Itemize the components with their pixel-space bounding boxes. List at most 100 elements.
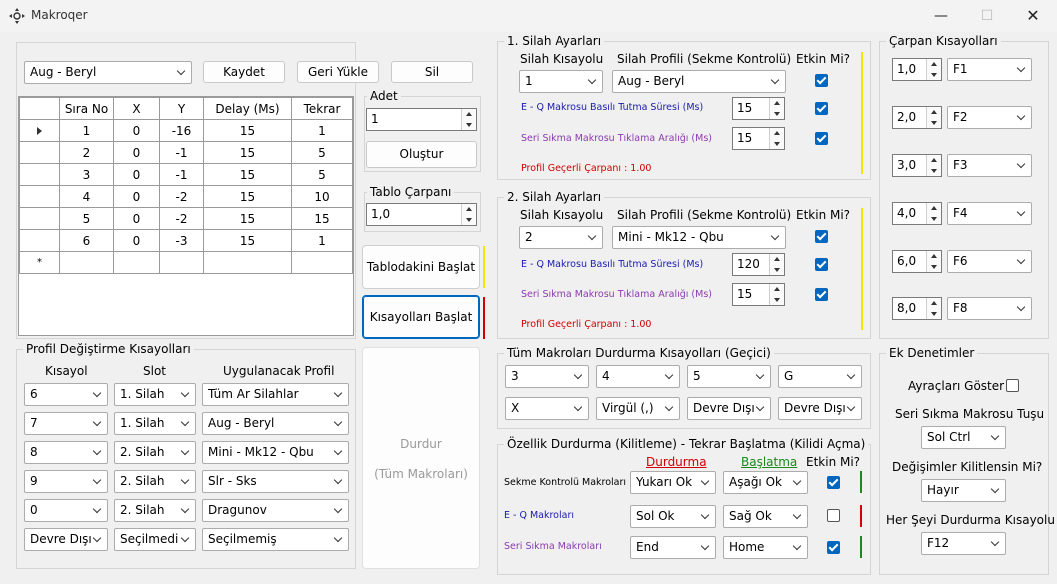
profile-shortcut-profile[interactable]: Dragunov [202,499,349,522]
maximize-button[interactable]: ☐ [964,0,1010,32]
profile-shortcut-profile[interactable]: Tüm Ar Silahlar [202,383,349,406]
table-row[interactable]: 1 0 -16 15 1 [19,119,353,142]
close-button[interactable]: ✕ [1010,0,1056,32]
profile-shortcut-profile[interactable]: Aug - Beryl [202,412,349,435]
table-cell[interactable]: 1 [59,119,114,142]
row-selector[interactable] [19,119,60,142]
table-cell[interactable]: 0 [113,185,160,208]
table-cell[interactable] [59,251,114,274]
col-header-tekrar[interactable]: Tekrar [291,97,353,120]
weapon1-active-checkbox[interactable] [815,74,828,87]
weapon2-eq-input[interactable]: 120 [732,253,785,276]
profile-shortcut-slot[interactable]: Seçilmedi [114,528,196,551]
table-cell[interactable]: 1 [291,229,353,252]
weapon1-eq-input[interactable]: 15 [732,97,785,120]
stop-all-key-7[interactable]: Devre Dışı [687,397,771,420]
table-cell[interactable]: 4 [59,185,114,208]
spin-arrows-icon[interactable] [926,59,941,80]
multiplier-value-input[interactable]: 1,0 [892,58,942,81]
profile-shortcut-slot[interactable]: 1. Silah [114,383,196,406]
weapon2-eq-checkbox[interactable] [815,258,828,271]
table-row[interactable]: 6 0 -3 15 1 [19,229,353,252]
profile-shortcut-key[interactable]: 7 [24,412,108,435]
profile-shortcut-key[interactable]: 6 [24,383,108,406]
table-cell[interactable]: 0 [113,229,160,252]
weapon1-shortcut-select[interactable]: 1 [519,70,603,93]
table-cell[interactable]: -1 [159,141,204,164]
multiplier-value-input[interactable]: 4,0 [892,202,942,225]
multiplier-key-select[interactable]: F2 [947,106,1032,129]
spin-arrows-icon[interactable] [926,155,941,176]
lock-active-checkbox[interactable] [827,476,840,489]
stop-all-button[interactable]: Durdur (Tüm Makroları) [362,347,480,569]
profile-shortcut-slot[interactable]: 2. Silah [114,499,196,522]
stop-all-key-5[interactable]: X [505,397,589,420]
table-cell[interactable]: 15 [203,119,292,142]
show-separators-checkbox[interactable] [1006,379,1019,392]
profile-shortcut-profile[interactable]: Mini - Mk12 - Qbu [202,441,349,464]
multiplier-key-select[interactable]: F8 [947,297,1032,320]
start-shortcuts-button[interactable]: Kısayolları Başlat [362,295,480,339]
table-cell[interactable]: 5 [291,163,353,186]
start-table-button[interactable]: Tablodakini Başlat [362,245,480,289]
table-cell[interactable]: 15 [291,207,353,230]
profile-shortcut-profile[interactable]: Slr - Sks [202,470,349,493]
spin-arrows-icon[interactable] [461,204,476,225]
table-cell[interactable]: 10 [291,185,353,208]
lock-stop-select[interactable]: End [630,536,716,559]
profile-select[interactable]: Aug - Beryl [24,61,192,84]
reload-button[interactable]: Geri Yükle [297,61,379,83]
stop-all-key-1[interactable]: 3 [505,365,589,388]
lock-start-select[interactable]: Home [723,536,808,559]
table-row[interactable]: 2 0 -1 15 5 [19,141,353,164]
col-header-x[interactable]: X [113,97,160,120]
table-cell[interactable]: 0 [113,141,160,164]
stop-all-key-6[interactable]: Virgül (,) [596,397,680,420]
col-header-delay[interactable]: Delay (Ms) [203,97,292,120]
table-cell[interactable]: 0 [113,163,160,186]
multiplier-value-input[interactable]: 8,0 [892,297,942,320]
profile-shortcut-slot[interactable]: 2. Silah [114,441,196,464]
table-cell[interactable]: 0 [113,207,160,230]
spin-arrows-icon[interactable] [769,128,784,149]
table-cell[interactable]: -1 [159,163,204,186]
burst-key-select[interactable]: Sol Ctrl [921,426,1006,449]
col-header-sira[interactable]: Sıra No [59,97,114,120]
multiplier-key-select[interactable]: F1 [947,58,1032,81]
profile-shortcut-profile[interactable]: Seçilmemiş [202,528,349,551]
stop-all-key-3[interactable]: 5 [687,365,771,388]
weapon1-burst-input[interactable]: 15 [732,127,785,150]
spin-arrows-icon[interactable] [461,109,476,130]
create-button[interactable]: Oluştur [366,141,477,168]
spin-arrows-icon[interactable] [926,298,941,319]
table-cell[interactable]: 3 [59,163,114,186]
profile-shortcut-key[interactable]: 9 [24,470,108,493]
table-cell[interactable]: 15 [203,141,292,164]
table-cell[interactable] [291,251,353,274]
adet-input[interactable]: 1 [366,108,477,131]
spin-arrows-icon[interactable] [769,254,784,275]
table-cell[interactable]: 5 [59,207,114,230]
row-selector[interactable] [19,207,60,230]
macro-table[interactable]: Sıra No X Y Delay (Ms) Tekrar 1 0 -16 15… [18,96,354,336]
weapon1-profile-select[interactable]: Aug - Beryl [612,70,786,93]
row-selector[interactable] [19,163,60,186]
spin-arrows-icon[interactable] [926,251,941,272]
table-cell[interactable] [203,251,292,274]
row-selector[interactable] [19,185,60,208]
save-button[interactable]: Kaydet [203,61,285,83]
multiplier-key-select[interactable]: F6 [947,250,1032,273]
row-selector[interactable] [19,141,60,164]
spin-arrows-icon[interactable] [926,203,941,224]
col-header-y[interactable]: Y [159,97,204,120]
weapon2-profile-select[interactable]: Mini - Mk12 - Qbu [612,226,786,249]
stop-all-key-4[interactable]: G [778,365,862,388]
weapon1-burst-checkbox[interactable] [815,132,828,145]
lock-active-checkbox[interactable] [827,509,840,522]
weapon2-burst-input[interactable]: 15 [732,283,785,306]
table-cell[interactable]: 1 [291,119,353,142]
profile-shortcut-slot[interactable]: 1. Silah [114,412,196,435]
profile-shortcut-key[interactable]: 8 [24,441,108,464]
table-cell[interactable]: -3 [159,229,204,252]
minimize-button[interactable]: — [918,0,964,32]
